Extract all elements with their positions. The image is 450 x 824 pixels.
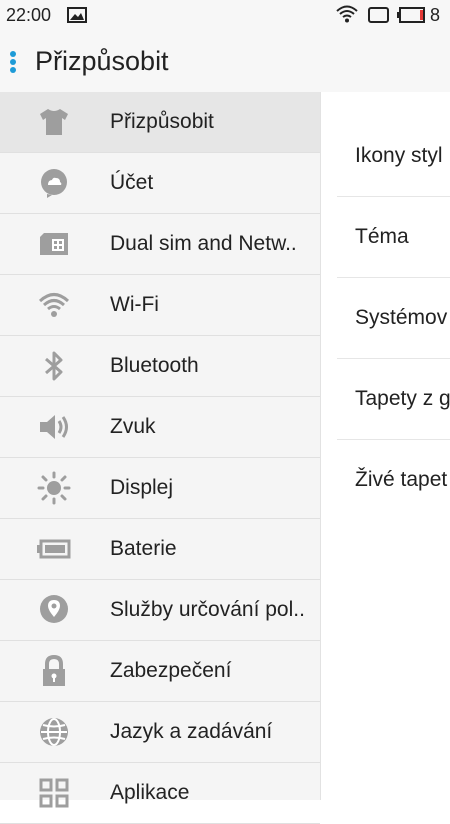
sidebar-item-label: Aplikace (110, 781, 190, 804)
panel-item-theme[interactable]: Téma (337, 197, 450, 278)
status-time: 22:00 (6, 5, 52, 25)
sidebar-item-label: Jazyk a zadávání (110, 720, 273, 743)
account-cloud-icon (37, 166, 71, 200)
sidebar-item-apps[interactable]: Aplikace (0, 763, 320, 824)
battery-icon (37, 532, 71, 566)
panel-item-live-wallpapers[interactable]: Živé tapet (337, 440, 450, 520)
battery-icon (397, 7, 425, 28)
sidebar-item-wifi[interactable]: Wi-Fi (0, 275, 320, 336)
sidebar-item-display[interactable]: Displej (0, 458, 320, 519)
detail-panel: Ikony styl Téma Systémov Tapety z g Živé… (321, 92, 450, 800)
sidebar-item-battery[interactable]: Baterie (0, 519, 320, 580)
panel-item-label: Tapety z g (355, 387, 450, 410)
wifi-icon (336, 5, 358, 28)
shirt-icon (37, 105, 71, 139)
settings-sidebar: Přizpůsobit Účet Dual sim and Netw.. Wi-… (0, 92, 321, 824)
sidebar-item-label: Zvuk (110, 415, 156, 438)
sim-icon (368, 7, 390, 28)
globe-icon (37, 715, 71, 749)
panel-item-label: Systémov (355, 306, 448, 329)
sim-card-icon (37, 227, 71, 261)
sidebar-item-label: Účet (110, 171, 154, 194)
sidebar-item-bluetooth[interactable]: Bluetooth (0, 336, 320, 397)
sidebar-item-label: Služby určování pol.. (110, 598, 305, 621)
sidebar-item-label: Zabezpečení (110, 659, 232, 682)
battery-level: 8 (430, 5, 441, 25)
status-bar: 22:00 8 (0, 0, 450, 30)
sidebar-item-account[interactable]: Účet (0, 153, 320, 214)
panel-item-icon-styles[interactable]: Ikony styl (337, 92, 450, 197)
brightness-icon (37, 471, 71, 505)
sidebar-item-location[interactable]: Služby určování pol.. (0, 580, 320, 641)
panel-item-wallpapers[interactable]: Tapety z g (337, 359, 450, 440)
panel-item-label: Ikony styl (355, 144, 443, 167)
lock-icon (37, 654, 71, 688)
sidebar-item-sound[interactable]: Zvuk (0, 397, 320, 458)
sidebar-item-dual-sim[interactable]: Dual sim and Netw.. (0, 214, 320, 275)
panel-item-system[interactable]: Systémov (337, 278, 450, 359)
sidebar-item-label: Wi-Fi (110, 293, 159, 316)
sidebar-item-label: Přizpůsobit (110, 110, 214, 133)
app-bar: Přizpůsobit (0, 30, 450, 94)
panel-item-label: Živé tapet (355, 468, 448, 491)
sidebar-item-label: Dual sim and Netw.. (110, 232, 297, 255)
wifi-icon (37, 288, 71, 322)
sidebar-item-customize[interactable]: Přizpůsobit (0, 92, 320, 153)
sidebar-item-label: Baterie (110, 537, 177, 560)
panel-item-label: Téma (355, 225, 409, 248)
sidebar-item-security[interactable]: Zabezpečení (0, 641, 320, 702)
sidebar-item-language[interactable]: Jazyk a zadávání (0, 702, 320, 763)
speaker-icon (37, 410, 71, 444)
sidebar-item-label: Bluetooth (110, 354, 199, 377)
page-title: Přizpůsobit (35, 46, 169, 76)
image-icon (67, 7, 87, 28)
sidebar-item-label: Displej (110, 476, 174, 499)
bluetooth-icon (37, 349, 71, 383)
apps-grid-icon (37, 776, 71, 810)
location-pin-icon (37, 593, 71, 627)
menu-icon[interactable] (9, 51, 19, 78)
